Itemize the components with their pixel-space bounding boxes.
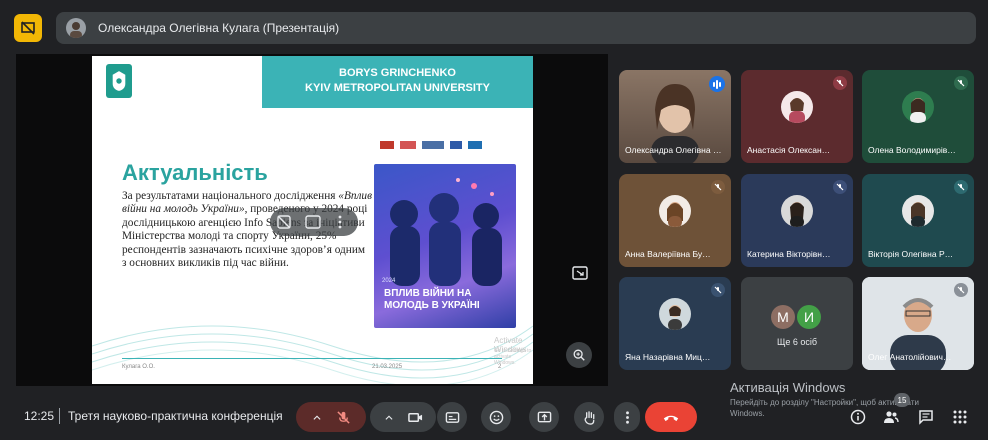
more-options-button[interactable] <box>614 402 640 432</box>
more-participants-tile[interactable]: М И Ще 6 осіб <box>741 277 853 370</box>
body-pre: За результатами національного дослідженн… <box>122 190 339 202</box>
presenter-pill[interactable]: Олександра Олегівна Кулага (Презентація) <box>56 12 976 44</box>
footer-date: 21.03.2025 <box>372 364 403 370</box>
mic-off-icon <box>711 180 725 194</box>
participant-tile[interactable]: Олена Володимирів… <box>862 70 974 163</box>
more-avatar-m: М <box>771 305 795 329</box>
zoom-button[interactable] <box>566 342 592 368</box>
end-call-icon <box>663 415 679 421</box>
presenter-name: Олександра Олегівна Кулага (Презентація) <box>98 21 340 35</box>
footer-author: Кулага О.О. <box>122 364 155 370</box>
hand-icon <box>584 410 594 425</box>
leave-call-button[interactable] <box>645 402 697 432</box>
zoom-icon <box>573 349 585 361</box>
participant-tile[interactable]: Олександра Олегівна Кулага <box>619 70 731 163</box>
camera-control[interactable] <box>370 402 436 432</box>
more-avatar-i: И <box>797 305 821 329</box>
participant-name: Олександра Олегівна Кулага <box>625 145 725 155</box>
present-icon <box>537 411 551 422</box>
mic-off-icon <box>954 180 968 194</box>
more-label: Ще 6 осіб <box>776 337 818 347</box>
university-line-1: BORYS GRINCHENKO <box>339 67 456 79</box>
chevron-up-icon <box>384 414 393 420</box>
chat-button[interactable] <box>917 408 935 426</box>
bottom-toolbar: 12:25 Третя науково-практична конференці… <box>0 396 988 440</box>
clock: 12:25 <box>24 409 55 423</box>
captions-icon <box>445 411 459 423</box>
slide-footer: Кулага О.О. 21.03.2025 2 <box>122 364 522 370</box>
people-button[interactable] <box>882 408 900 426</box>
mic-off-icon <box>833 180 847 194</box>
chevron-up-icon <box>312 414 321 420</box>
people-count-badge: 15 <box>894 393 910 407</box>
chat-icon <box>919 410 933 425</box>
participant-tile[interactable]: Анастасія Олексан… <box>741 70 853 163</box>
participant-tile[interactable]: Яна Назарівна Миц… <box>619 277 731 370</box>
participant-avatar <box>781 195 813 228</box>
top-bar: Олександра Олегівна Кулага (Презентація) <box>14 12 976 44</box>
microphone-control[interactable] <box>296 402 366 432</box>
activate-watermark-small-sub: Go to Settings to activate Windows. <box>494 348 532 366</box>
mic-off-icon <box>711 283 725 297</box>
meeting-title: Третя науково-практична конференція <box>68 409 283 423</box>
emoji-icon <box>489 410 503 424</box>
meeting-info-button[interactable] <box>849 408 867 426</box>
activities-button[interactable] <box>951 408 969 426</box>
stop-presenting-button[interactable] <box>14 14 42 42</box>
participant-tile[interactable]: Катерина Вікторівн… <box>741 174 853 267</box>
participant-tile[interactable]: Олег Анатолійович… <box>862 277 974 370</box>
fit-screen-icon <box>572 266 588 280</box>
university-line-2: KYIV METROPOLITAN UNIVERSITY <box>305 82 490 94</box>
participant-avatar <box>781 91 813 124</box>
participant-name: Яна Назарівна Миц… <box>625 352 711 362</box>
apps-grid-icon <box>953 410 967 424</box>
participant-avatar <box>902 91 934 124</box>
info-icon <box>850 409 866 425</box>
participant-avatar <box>659 298 691 331</box>
participant-name: Олег Анатолійович… <box>868 352 952 362</box>
reactions-button[interactable] <box>481 402 511 432</box>
captions-button[interactable] <box>437 402 467 432</box>
participant-avatar <box>659 195 691 228</box>
participant-name: Катерина Вікторівн… <box>747 249 831 259</box>
mic-off-icon <box>954 76 968 90</box>
activate-windows-title: Активація Windows <box>730 380 846 395</box>
participant-name: Вікторія Олегівна Р… <box>868 249 954 259</box>
more-vert-icon <box>625 410 629 424</box>
raise-hand-button[interactable] <box>574 402 604 432</box>
speaking-indicator-icon <box>709 76 725 92</box>
participant-name: Олена Володимирів… <box>868 145 956 155</box>
participant-name: Анастасія Олексан… <box>747 145 831 155</box>
present-off-icon <box>21 21 35 35</box>
footer-line <box>122 358 502 359</box>
partner-logos <box>380 138 520 152</box>
presenter-avatar <box>66 18 86 38</box>
mic-off-icon <box>833 76 847 90</box>
participant-name: Анна Валеріївна Бу… <box>625 249 711 259</box>
people-icon <box>884 411 899 423</box>
report-year: 2024 <box>382 278 396 284</box>
university-logo <box>106 64 132 98</box>
university-banner: BORYS GRINCHENKO KYIV METROPOLITAN UNIVE… <box>262 56 533 108</box>
present-button[interactable] <box>529 402 559 432</box>
camera-icon <box>407 412 422 422</box>
slide-title: Актуальність <box>122 160 268 185</box>
mic-off-icon <box>954 283 968 297</box>
participant-avatar <box>902 195 934 228</box>
participant-tile[interactable]: Анна Валеріївна Бу… <box>619 174 731 267</box>
mic-off-icon <box>336 410 350 424</box>
participant-tile[interactable]: Вікторія Олегівна Р… <box>862 174 974 267</box>
slide-overlay-controls[interactable] <box>270 208 358 236</box>
divider <box>59 408 60 424</box>
fit-screen-button[interactable] <box>567 260 593 286</box>
